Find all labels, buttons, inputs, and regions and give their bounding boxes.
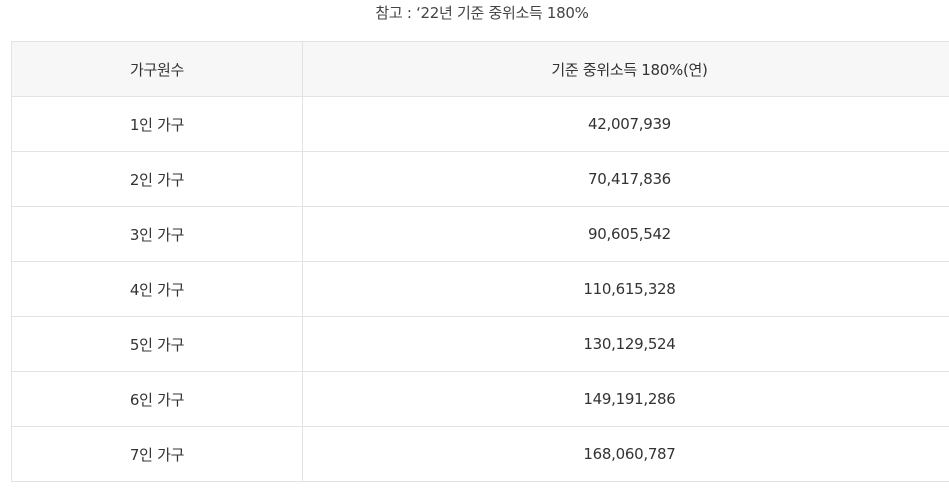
household-cell: 2인 가구 (11, 151, 303, 207)
income-cell: 130,129,524 (302, 316, 949, 372)
household-cell: 5인 가구 (11, 316, 303, 372)
income-cell: 70,417,836 (302, 151, 949, 207)
table-row: 3인 가구 90,605,542 (11, 206, 949, 262)
household-cell: 1인 가구 (11, 96, 303, 152)
table-caption: 참고 : ‘22년 기준 중위소득 180% (375, 4, 589, 22)
income-cell: 168,060,787 (302, 426, 949, 482)
household-cell: 6인 가구 (11, 371, 303, 427)
table-row: 2인 가구 70,417,836 (11, 151, 949, 207)
table-header-row: 가구원수 기준 중위소득 180%(연) (11, 41, 949, 97)
income-cell: 110,615,328 (302, 261, 949, 317)
header-household-count: 가구원수 (11, 41, 303, 97)
table-row: 6인 가구 149,191,286 (11, 371, 949, 427)
table-row: 1인 가구 42,007,939 (11, 96, 949, 152)
table-row: 5인 가구 130,129,524 (11, 316, 949, 372)
household-cell: 7인 가구 (11, 426, 303, 482)
income-table-container: 가구원수 기준 중위소득 180%(연) 1인 가구 42,007,939 2인… (11, 41, 949, 482)
household-cell: 3인 가구 (11, 206, 303, 262)
income-cell: 90,605,542 (302, 206, 949, 262)
table-row: 4인 가구 110,615,328 (11, 261, 949, 317)
income-table: 가구원수 기준 중위소득 180%(연) 1인 가구 42,007,939 2인… (11, 41, 949, 482)
header-median-income: 기준 중위소득 180%(연) (302, 41, 949, 97)
income-cell: 42,007,939 (302, 96, 949, 152)
income-cell: 149,191,286 (302, 371, 949, 427)
table-row: 7인 가구 168,060,787 (11, 426, 949, 482)
household-cell: 4인 가구 (11, 261, 303, 317)
